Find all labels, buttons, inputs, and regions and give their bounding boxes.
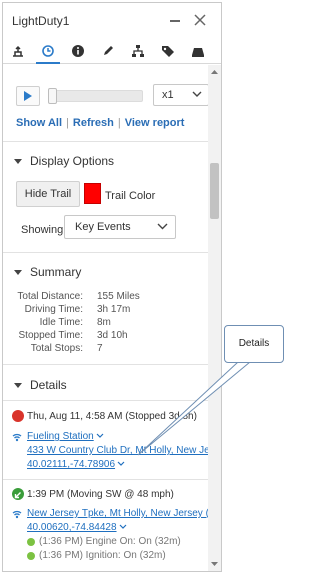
event-coords: 40.00620,-74.84428 [27,522,117,533]
show-all-link[interactable]: Show All [16,117,62,129]
minimize-icon[interactable] [170,20,180,22]
moving-status-icon [12,488,24,500]
vehicle-icon[interactable] [183,39,213,63]
summary-label: Total Distance: [17,291,83,302]
engine-status-dot [27,538,35,546]
engine-status-text: (1:36 PM) Engine On: On (32m) [39,536,181,547]
speed-select[interactable]: x1 [153,84,208,106]
playback-slider[interactable] [48,88,143,104]
event-place-link[interactable]: New Jersey Tpke, Mt Holly, New Jersey ( [27,508,208,519]
divider [3,400,208,401]
edit-icon[interactable] [93,39,123,63]
scroll-down-icon[interactable] [210,559,219,568]
divider [3,252,208,253]
ignition-status-text: (1:36 PM) Ignition: On (32m) [39,550,166,561]
chevron-down-icon [192,91,202,97]
summary-title: Summary [30,265,82,279]
link-separator: | [66,117,69,129]
event-coords-link[interactable]: 40.00620,-74.84428 [27,522,127,533]
slider-handle[interactable] [48,88,57,104]
showing-label: Showing: [21,224,67,236]
chevron-down-icon [157,223,168,230]
collapse-caret-icon [14,382,22,388]
panel-title: LightDuty1 [12,14,70,28]
details-callout: Details [224,325,284,363]
summary-value: 155 Miles [97,291,140,302]
link-separator: | [117,117,121,129]
scroll-up-icon[interactable] [210,68,219,77]
details-title: Details [30,378,67,392]
showing-select[interactable]: Key Events [64,215,176,239]
showing-value: Key Events [75,221,131,233]
speed-value: x1 [162,89,174,101]
ignition-status-dot [27,552,35,560]
signal-icon [12,433,22,442]
summary-row: Idle Time: 8m [3,317,208,329]
summary-row: Stopped Time: 3d 10h [3,330,208,342]
summary-row: Total Distance: 155 Miles [3,291,208,303]
trail-color-label: Trail Color [105,190,156,202]
close-icon[interactable] [193,13,207,27]
summary-label: Idle Time: [39,317,83,328]
collapse-caret-icon [14,158,22,164]
trail-color-swatch[interactable] [84,183,101,204]
signal-icon [12,510,22,519]
info-icon[interactable] [63,39,93,63]
hierarchy-icon[interactable] [123,39,153,63]
event-place: Fueling Station [27,431,94,442]
play-button[interactable] [16,86,40,106]
panel-toolbar [3,39,221,64]
divider [3,141,208,142]
chevron-down-icon [117,461,125,466]
divider [3,479,208,480]
summary-value: 8m [97,317,111,328]
callout-text: Details [238,338,270,349]
details-header[interactable]: Details [14,378,67,392]
summary-label: Stopped Time: [18,330,83,341]
display-options-header[interactable]: Display Options [14,154,114,168]
summary-value: 3h 17m [97,304,131,315]
event-address-link[interactable]: 433 W Country Club Dr, Mt Holly, New Je [27,445,208,456]
view-report-link[interactable]: View report [125,117,185,129]
tag-icon[interactable] [153,39,183,63]
event-coords-link[interactable]: 40.02111,-74.78906 [27,459,125,470]
hide-trail-button[interactable]: Hide Trail [16,181,80,207]
divider [3,364,208,365]
play-icon [24,91,32,101]
summary-label: Driving Time: [24,304,83,315]
vehicle-panel: LightDuty1 x1 Show All | Refresh | View … [2,2,222,572]
event-coords: 40.02111,-74.78906 [27,459,116,470]
display-options-title: Display Options [30,154,115,168]
summary-header[interactable]: Summary [14,265,81,279]
title-bar: LightDuty1 [3,3,221,39]
event-header: Thu, Aug 11, 4:58 AM (Stopped 3d 8h) [27,411,197,422]
stopped-status-icon [12,410,24,422]
summary-label: Total Stops: [30,343,83,354]
summary-row: Total Stops: 7 [3,343,208,355]
chevron-down-icon [119,524,126,529]
event-header: 1:39 PM (Moving SW @ 48 mph) [27,489,174,500]
summary-value: 7 [97,343,103,354]
panel-content: x1 Show All | Refresh | View report Display … [3,65,208,571]
route-icon[interactable] [3,39,33,63]
vertical-scrollbar[interactable] [208,65,221,571]
action-links: Show All | Refresh | View report [16,117,184,129]
summary-row: Driving Time: 3h 17m [3,304,208,316]
summary-value: 3d 10h [97,330,128,341]
chevron-down-icon [96,433,104,438]
collapse-caret-icon [14,269,22,275]
event-place-link[interactable]: Fueling Station [27,431,104,442]
refresh-link[interactable]: Refresh [73,117,114,129]
history-icon[interactable] [33,39,63,64]
scroll-thumb[interactable] [210,163,219,219]
